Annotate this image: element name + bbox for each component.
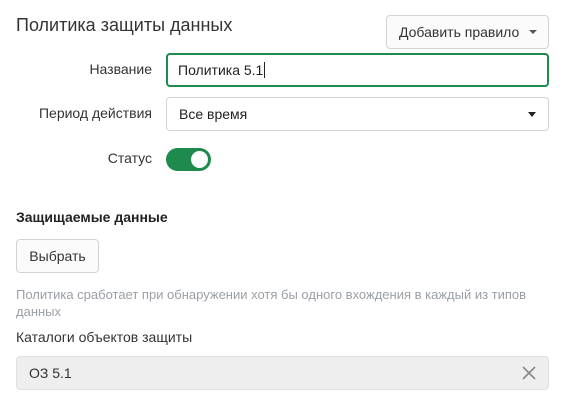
catalogs-field[interactable]: ОЗ 5.1 (16, 356, 549, 390)
toggle-knob (191, 151, 208, 168)
text-cursor (264, 62, 266, 78)
period-label: Период действия (38, 105, 152, 121)
name-input[interactable]: Политика 5.1 (166, 53, 549, 87)
status-toggle[interactable] (166, 148, 211, 171)
add-rule-label: Добавить правило (399, 24, 520, 40)
chevron-down-icon (529, 30, 538, 34)
period-select[interactable]: Все время (166, 97, 549, 131)
close-icon[interactable] (522, 366, 536, 380)
name-label: Название (89, 61, 152, 77)
chevron-down-icon (528, 111, 536, 117)
status-label: Статус (107, 150, 152, 166)
page-title: Политика защиты данных (16, 15, 233, 35)
protected-data-title: Защищаемые данные (16, 209, 168, 225)
catalogs-value: ОЗ 5.1 (29, 365, 72, 381)
choose-button[interactable]: Выбрать (16, 239, 99, 273)
add-rule-button[interactable]: Добавить правило (386, 15, 549, 49)
period-select-value: Все время (179, 106, 248, 122)
choose-button-label: Выбрать (29, 248, 86, 264)
policy-hint: Политика сработает при обнаружении хотя … (16, 287, 527, 319)
catalogs-label: Каталоги объектов защиты (16, 329, 193, 345)
name-input-value: Политика 5.1 (178, 62, 264, 78)
